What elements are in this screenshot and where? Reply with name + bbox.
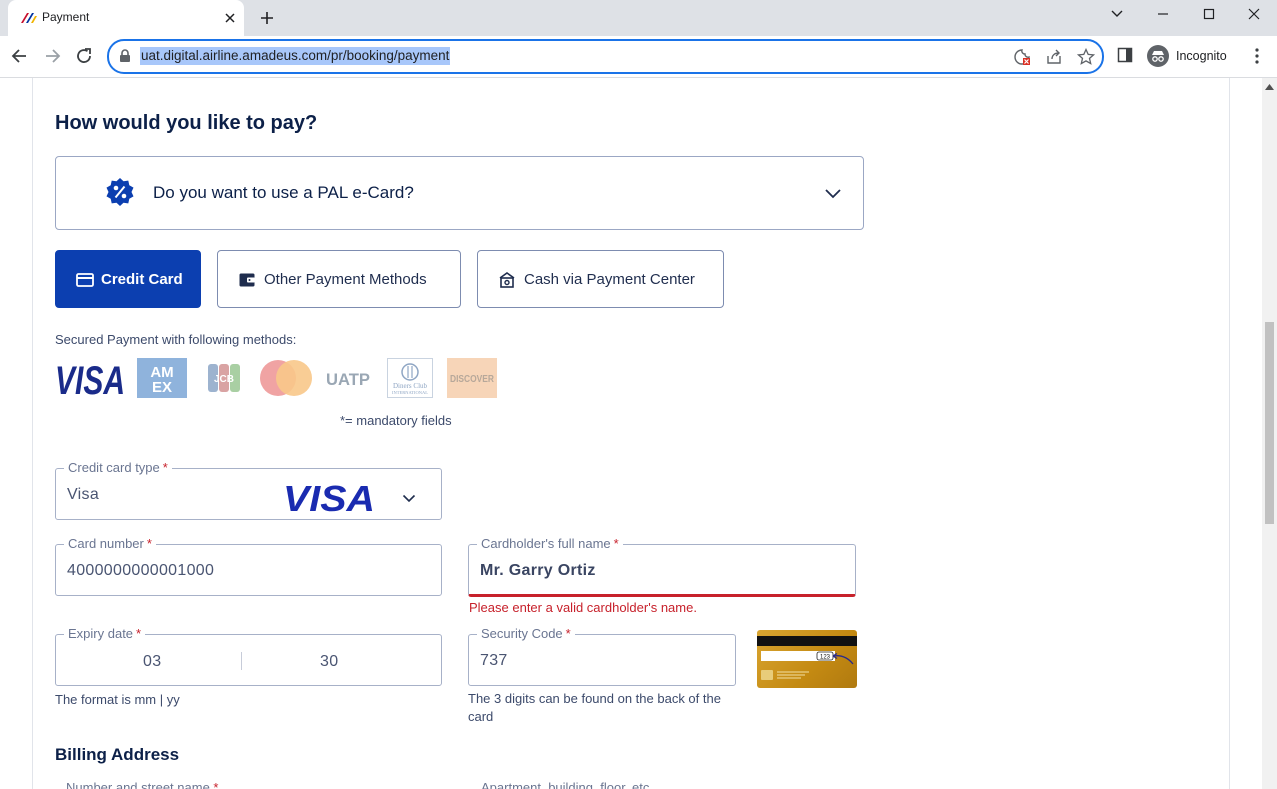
security-code-value: 737 [480,652,508,669]
close-tab-icon[interactable] [224,12,236,24]
side-panel-icon[interactable] [1117,47,1133,63]
card-number-value: 4000000000001000 [67,562,215,579]
maximize-button[interactable] [1186,0,1232,30]
lock-icon[interactable] [119,49,131,63]
chevron-down-icon [402,494,416,503]
browser-toolbar: uat.digital.airline.amadeus.com/pr/booki… [0,36,1277,78]
amex-logo-icon: AM EX [137,358,187,398]
chevron-down-icon[interactable] [824,188,842,200]
security-code-field[interactable]: Security Code * 737 [468,626,736,686]
close-window-button[interactable] [1231,0,1277,30]
minimize-icon [1158,13,1168,15]
browser-tab-strip: Payment [0,0,1277,36]
expiry-format-hint: The format is mm | yy [55,692,180,707]
svg-text:Diners Club: Diners Club [393,382,428,390]
incognito-profile-button[interactable]: Incognito [1145,43,1239,69]
svg-text:VISA: VISA [55,359,125,398]
cardholder-name-field[interactable]: Cardholder's full name * Mr. Garry Ortiz [468,536,856,597]
credit-card-method-button[interactable]: Credit Card [55,250,201,308]
expiry-date-field[interactable]: Expiry date * 03 30 [55,626,442,686]
minimize-button[interactable] [1140,0,1186,30]
card-back-illustration: 123 [757,630,857,688]
card-number-field[interactable]: Card number * 4000000000001000 [55,536,442,596]
chevron-down-icon [1111,10,1123,17]
security-code-label: Security Code * [477,626,575,642]
expiry-year-input[interactable]: 30 [320,653,338,671]
svg-text:VISA: VISA [283,480,375,514]
incognito-icon [1147,45,1169,67]
mandatory-fields-note: *= mandatory fields [340,413,452,428]
bookmark-star-icon[interactable] [1077,48,1095,66]
third-party-cookies-blocked-icon[interactable] [1013,48,1031,66]
visa-brand-logo-icon: VISA [283,480,375,514]
svg-text:INTERNATIONAL: INTERNATIONAL [392,390,428,395]
expiry-date-label: Expiry date * [64,626,146,642]
billing-apartment-label: Apartment, building, floor, etc. [481,780,653,789]
billing-address-heading: Billing Address [55,745,180,764]
incognito-label: Incognito [1176,49,1227,63]
ecard-question: Do you want to use a PAL e-Card? [153,183,414,202]
svg-text:DISCOVER: DISCOVER [450,374,495,385]
discover-logo-icon: DISCOVER [447,358,497,398]
share-icon[interactable] [1045,48,1063,66]
cardholder-name-error: Please enter a valid cardholder's name. [469,600,697,615]
tab-search-button[interactable] [1094,0,1140,30]
cash-payment-center-label: Cash via Payment Center [524,271,695,288]
more-menu-icon[interactable] [1250,47,1264,65]
diners-club-logo-icon: Diners Club INTERNATIONAL [387,358,433,398]
reload-icon[interactable] [74,46,94,66]
jcb-logo-icon: JCB [208,364,240,392]
uatp-logo-icon: UATP [326,370,370,389]
back-arrow-icon[interactable] [10,46,30,66]
ecard-accordion[interactable]: Do you want to use a PAL e-Card? [55,156,864,230]
other-payment-methods-button[interactable]: Other Payment Methods [217,250,461,308]
browser-tab-payment[interactable]: Payment [8,0,244,36]
page-scrollbar[interactable] [1262,78,1277,789]
payment-heading: How would you like to pay? [55,112,318,134]
cash-payment-center-button[interactable]: Cash via Payment Center [477,250,724,308]
url-text[interactable]: uat.digital.airline.amadeus.com/pr/booki… [140,47,451,65]
cash-icon [499,272,515,288]
svg-text:JCB: JCB [214,374,234,385]
security-code-hint: The 3 digits can be found on the back of… [468,691,721,724]
scroll-up-arrow-icon[interactable] [1265,84,1274,90]
wallet-icon [239,273,255,287]
expiry-month-input[interactable]: 03 [143,653,161,671]
other-payment-methods-label: Other Payment Methods [264,271,427,288]
svg-text:EX: EX [152,379,172,396]
svg-text:UATP: UATP [326,370,370,389]
expiry-divider [241,652,242,670]
airline-favicon-icon [21,13,37,23]
percent-badge-icon [106,178,134,206]
address-bar[interactable]: uat.digital.airline.amadeus.com/pr/booki… [107,39,1104,74]
billing-street-label: Number and street name * [66,780,219,789]
credit-card-type-select[interactable]: Credit card type * Visa VISA [55,460,442,520]
mastercard-logo-icon [260,360,312,396]
credit-card-type-value: Visa [67,486,100,503]
scrollbar-thumb[interactable] [1265,322,1274,524]
credit-card-type-label: Credit card type * [64,460,172,476]
cardholder-name-label: Cardholder's full name * [477,536,623,552]
cardholder-name-value: Mr. Garry Ortiz [480,562,596,579]
sample-cvv-text: 123 [820,655,831,661]
page-viewport: How would you like to pay? Do you want t… [0,78,1262,789]
card-number-label: Card number * [64,536,156,552]
tab-title: Payment [42,10,90,24]
secured-payment-text: Secured Payment with following methods: [55,332,297,347]
close-icon [1248,8,1260,20]
maximize-icon [1203,8,1215,20]
forward-arrow-icon[interactable] [42,46,62,66]
visa-logo-icon: VISA [55,359,125,398]
new-tab-icon[interactable] [259,10,275,26]
credit-card-icon [76,273,94,287]
credit-card-label: Credit Card [101,271,183,288]
